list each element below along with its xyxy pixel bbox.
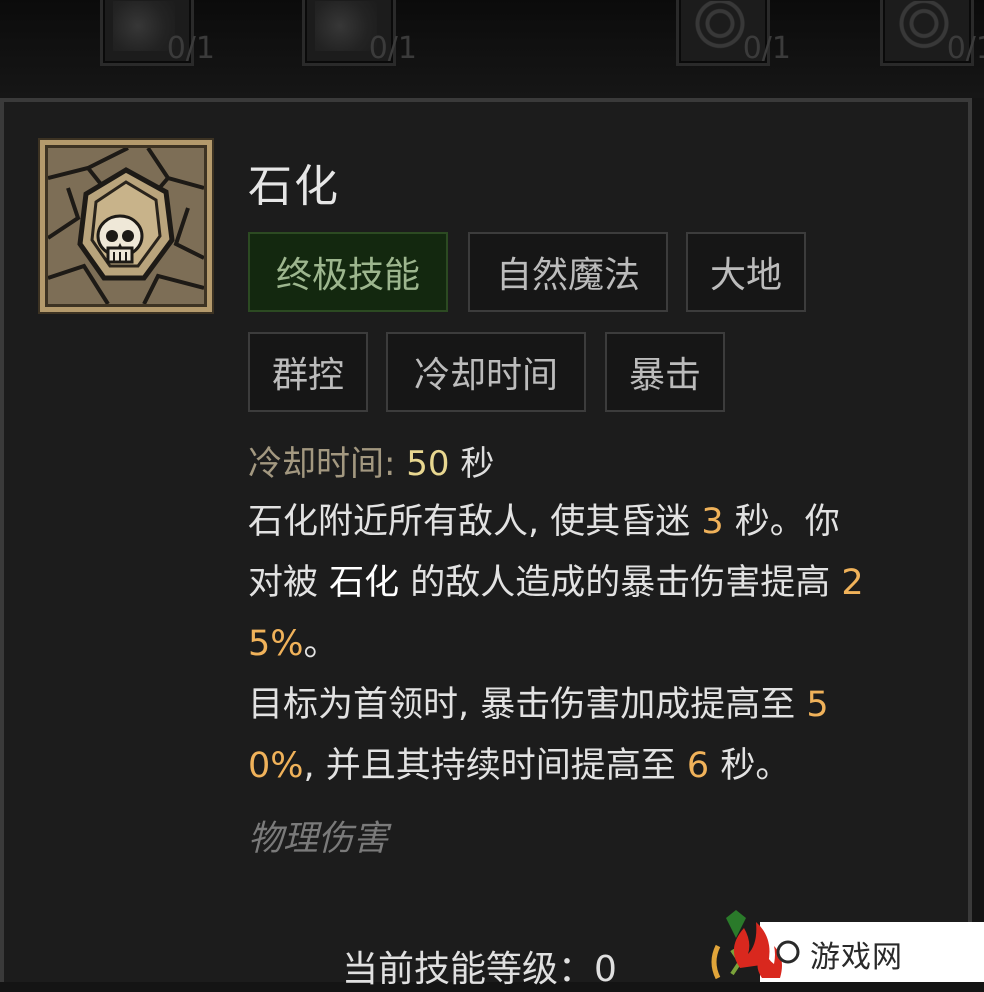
skill-tooltip: 石化 终极技能 自然魔法 大地 群控 冷却时间 暴击 冷却时间: 50 秒 石化… [0,98,972,990]
damage-type: 物理伤害 [248,819,389,859]
desc-text: 石化附近所有敌人, 使其昏迷 [248,502,702,542]
tag-ultimate: 终极技能 [248,232,448,312]
desc-number: 0% [248,746,304,786]
skill-title: 石化 [248,161,340,212]
desc-line: 目标为首领时, 暴击伤害加成提高至 5 [248,675,948,736]
cooldown-unit: 秒 [460,444,495,484]
beast-skill-icon [315,1,377,51]
desc-text: 对被 [248,563,330,603]
skill-slot-4[interactable]: 0/1 [880,0,984,66]
vine-swirl-skill-icon [689,1,751,51]
desc-text: 秒。你 [723,502,840,542]
skill-description: 石化附近所有敌人, 使其昏迷 3 秒。你 对被 石化 的敌人造成的暴击伤害提高 … [248,492,948,797]
desc-text: 目标为首领时, 暴击伤害加成提高至 [248,685,807,725]
desc-number: 5% [248,624,304,664]
cooldown-value: 50 [406,444,450,484]
skill-slot-2[interactable]: 0/1 [302,0,417,66]
desc-line: 5%。 [248,614,948,675]
desc-number: 6 [686,746,710,786]
tag-nature-magic: 自然魔法 [468,232,668,312]
petrify-skull-crystal-icon [40,140,212,312]
desc-line: 石化附近所有敌人, 使其昏迷 3 秒。你 [248,492,948,553]
skill-slot-1[interactable]: 0/1 [100,0,215,66]
cooldown-label: 冷却时间: [248,444,396,484]
tag-cooldown: 冷却时间 [386,332,586,412]
cooldown-line: 冷却时间: 50 秒 [248,436,494,485]
current-skill-level: 当前技能等级：0 [342,949,617,990]
desc-text: 秒。 [709,746,791,786]
desc-number: 2 [841,563,864,603]
tag-crowd-control: 群控 [248,332,368,412]
tag-critical: 暴击 [605,332,725,412]
watermark-text: 游戏网 [810,940,903,975]
vine-swirl-skill-icon [893,1,955,51]
desc-number: 3 [701,502,724,542]
desc-line: 对被 石化 的敌人造成的暴击伤害提高 2 [248,553,948,614]
skill-slot-rank: 0/1 [368,31,417,66]
site-watermark: 游戏网 [726,910,984,982]
skill-slot-rank: 0/1 [946,31,984,66]
desc-text: 。 [303,624,339,664]
skill-slot-3[interactable]: 0/1 [676,0,791,66]
skill-tree-strip: 0/1 0/1 0/1 0/1 [0,0,984,98]
desc-number: 5 [806,685,829,725]
ae-logo-icon [726,910,800,978]
desc-text: , 并且其持续时间提高至 [303,746,687,786]
skill-slot-rank: 0/1 [742,31,791,66]
tag-earth: 大地 [686,232,806,312]
desc-keyword: 石化 [329,563,400,603]
beast-skill-icon [113,1,175,51]
desc-line: 0%, 并且其持续时间提高至 6 秒。 [248,736,948,797]
desc-text: 的敌人造成的暴击伤害提高 [399,563,842,603]
skill-slot-rank: 0/1 [166,31,215,66]
